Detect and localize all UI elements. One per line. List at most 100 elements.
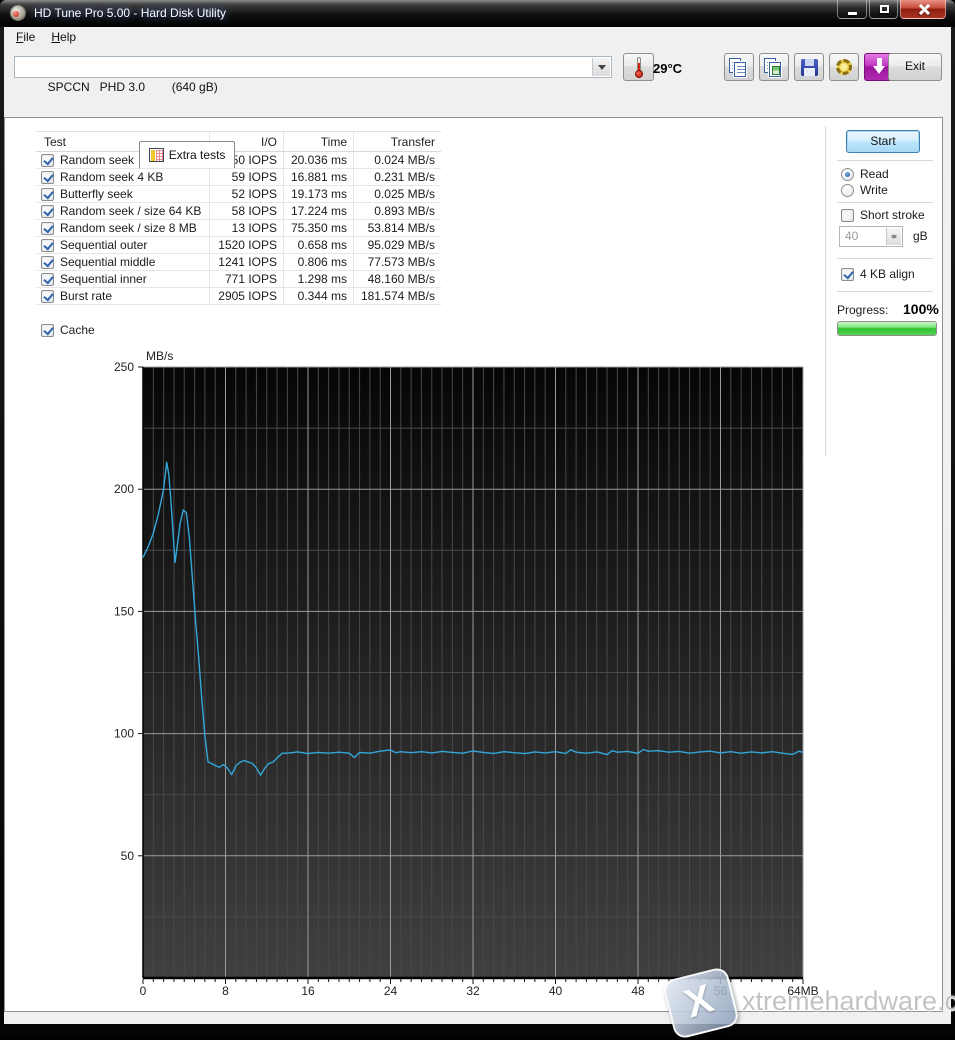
table-row: Random seek / size 8 MB 13 IOPS 75.350 ms 5… (36, 220, 441, 237)
minimize-button[interactable] (837, 0, 867, 19)
short-stroke-checkbox[interactable]: Short stroke (841, 208, 925, 222)
test-checkbox[interactable] (41, 170, 54, 184)
test-checkbox[interactable] (41, 204, 54, 218)
4kb-align-checkbox[interactable]: 4 KB align (841, 267, 915, 281)
transfer-value: 0.893 MB/s (353, 203, 441, 219)
menu-item-file[interactable]: File (8, 27, 43, 44)
test-checkbox[interactable] (41, 255, 54, 269)
test-name: Butterfly seek (60, 186, 133, 201)
progress-bar-fill (838, 322, 936, 335)
test-name: Sequential middle (60, 254, 156, 269)
table-row: Sequential middle 1241 IOPS 0.806 ms 77.573… (36, 254, 441, 271)
time-value: 0.806 ms (283, 254, 353, 270)
io-value: 1241 IOPS (209, 254, 283, 270)
read-radio[interactable]: Read (841, 167, 889, 181)
table-row: Random seek / size 64 KB 58 IOPS 17.224 ms… (36, 203, 441, 220)
copy-text-button[interactable] (724, 53, 754, 81)
copy-text-icon (725, 54, 753, 80)
test-table: Test I/O Time Transfer Random seek 50 IOPS 20.… (36, 131, 441, 305)
chevron-down-icon[interactable] (592, 58, 610, 76)
test-checkbox[interactable] (41, 153, 54, 167)
test-checkbox[interactable] (41, 238, 54, 252)
io-value: 52 IOPS (209, 186, 283, 202)
time-value: 16.881 ms (283, 169, 353, 185)
short-stroke-label: Short stroke (860, 208, 925, 222)
checkbox-icon (41, 323, 54, 337)
table-row: Random seek 4 KB 59 IOPS 16.881 ms 0.231 MB… (36, 169, 441, 186)
transfer-value: 0.024 MB/s (353, 152, 441, 168)
test-name: Random seek 4 KB (60, 169, 164, 184)
write-radio[interactable]: Write (841, 183, 888, 197)
io-value: 13 IOPS (209, 220, 283, 236)
progress-value: 100% (903, 301, 939, 317)
app-window: HD Tune Pro 5.00 - Hard Disk Utility Fil… (0, 0, 955, 1040)
column-header-time: Time (283, 132, 353, 151)
transfer-value: 48.160 MB/s (353, 271, 441, 287)
table-header-row: Test I/O Time Transfer (36, 132, 441, 152)
maximize-button[interactable] (869, 0, 898, 19)
tab-page-extra-tests: Test I/O Time Transfer Random seek 50 IOPS 20.… (4, 117, 943, 1012)
save-icon (795, 54, 823, 80)
short-stroke-size-value: 40 (845, 229, 859, 243)
column-header-transfer: Transfer (353, 132, 441, 151)
time-value: 0.658 ms (283, 237, 353, 253)
short-stroke-size-stepper[interactable]: 40 (839, 226, 903, 247)
test-checkbox[interactable] (41, 221, 54, 235)
test-name: Sequential inner (60, 271, 147, 286)
test-checkbox[interactable] (41, 272, 54, 286)
extra-tests-icon (148, 148, 164, 162)
io-value: 2905 IOPS (209, 288, 283, 304)
test-checkbox[interactable] (41, 289, 54, 303)
tab-extra-tests[interactable]: Extra tests (138, 141, 236, 168)
time-value: 20.036 ms (283, 152, 353, 168)
checkbox-icon (841, 267, 854, 281)
temperature-value: 29°C (653, 61, 683, 76)
test-name: Random seek / size 64 KB (60, 203, 202, 218)
close-button[interactable] (900, 0, 946, 19)
test-checkbox[interactable] (41, 187, 54, 201)
toolbar: SPCCN PHD 3.0 (640 gB) 29°C Exit (4, 48, 951, 94)
minimize-icon (848, 12, 857, 15)
transfer-value: 0.231 MB/s (353, 169, 441, 185)
transfer-value: 181.574 MB/s (353, 288, 441, 304)
transfer-value: 77.573 MB/s (353, 254, 441, 270)
table-row: Butterfly seek 52 IOPS 19.173 ms 0.025 MB/s (36, 186, 441, 203)
radio-icon (841, 167, 854, 181)
start-button[interactable]: Start (846, 130, 920, 153)
short-stroke-unit-label: gB (913, 229, 928, 243)
io-value: 1520 IOPS (209, 237, 283, 253)
drive-select-value: SPCCN PHD 3.0 (640 gB) (47, 80, 218, 94)
test-name: Burst rate (60, 288, 113, 303)
save-button[interactable] (794, 53, 824, 81)
write-radio-label: Write (860, 183, 888, 197)
io-value: 59 IOPS (209, 169, 283, 185)
time-value: 75.350 ms (283, 220, 353, 236)
panel-divider (825, 126, 826, 456)
test-name: Random seek (60, 152, 135, 167)
table-row: Sequential outer 1520 IOPS 0.658 ms 95.029 … (36, 237, 441, 254)
checkbox-icon (841, 208, 854, 222)
transfer-value: 95.029 MB/s (353, 237, 441, 253)
copy-image-button[interactable] (759, 53, 789, 81)
options-button[interactable] (829, 53, 859, 81)
app-icon (10, 5, 26, 21)
table-row: Sequential inner 771 IOPS 1.298 ms 48.160 M… (36, 271, 441, 288)
exit-button[interactable]: Exit (888, 53, 942, 81)
title-bar[interactable]: HD Tune Pro 5.00 - Hard Disk Utility (0, 0, 955, 27)
time-value: 17.224 ms (283, 203, 353, 219)
transfer-value: 53.814 MB/s (353, 220, 441, 236)
transfer-value: 0.025 MB/s (353, 186, 441, 202)
maximize-icon (880, 5, 889, 13)
copy-image-icon (760, 54, 788, 80)
radio-icon (841, 183, 854, 197)
4kb-align-label: 4 KB align (860, 267, 915, 281)
drive-select[interactable]: SPCCN PHD 3.0 (640 gB) (14, 56, 612, 94)
time-value: 19.173 ms (283, 186, 353, 202)
temperature-button[interactable] (623, 53, 654, 81)
io-value: 58 IOPS (209, 203, 283, 219)
stepper-arrows-icon[interactable] (886, 228, 901, 245)
options-icon (830, 54, 858, 80)
menu-item-help[interactable]: Help (43, 27, 84, 44)
cache-checkbox[interactable]: Cache (41, 323, 95, 337)
menu-bar: File Help (4, 27, 951, 48)
